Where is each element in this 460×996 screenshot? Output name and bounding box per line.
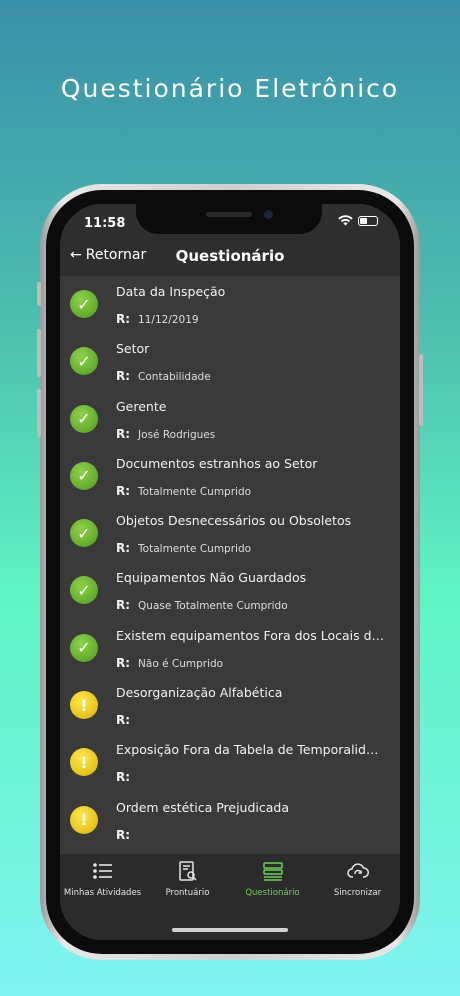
wifi-icon bbox=[338, 215, 353, 226]
question-text: Equipamentos Não Guardados bbox=[116, 570, 307, 586]
tab-sincronizar[interactable]: Sincronizar bbox=[318, 860, 398, 940]
answer-row: R: Totalmente Cumprido bbox=[116, 541, 400, 555]
list-item[interactable]: ✓ Equipamentos Não Guardados R: Quase Total… bbox=[60, 562, 400, 619]
answer-row: R: bbox=[116, 828, 400, 842]
question-text: Setor bbox=[116, 341, 150, 357]
status-time: 11:58 bbox=[84, 216, 126, 231]
answer-value: Contabilidade bbox=[138, 371, 211, 384]
camera bbox=[264, 210, 273, 219]
promo-title: Questionário Eletrônico bbox=[60, 74, 400, 103]
tab-label: Prontuário bbox=[165, 888, 210, 898]
answer-label: R: bbox=[116, 426, 131, 441]
answer-value: Quase Totalmente Cumprido bbox=[138, 600, 288, 613]
document-search-icon bbox=[177, 860, 199, 888]
questionnaire-icon bbox=[262, 860, 284, 888]
answer-value: Totalmente Cumprido bbox=[138, 485, 252, 498]
question-list[interactable]: ✓ Data da Inspeção R: 11/12/2019 ✓ Setor R: Con… bbox=[60, 276, 400, 869]
question-text: Objetos Desnecessários ou Obsoletos bbox=[116, 513, 352, 529]
answer-label: R: bbox=[116, 827, 131, 842]
list-item[interactable]: ! Desorganização Alfabética R: bbox=[60, 677, 400, 734]
volume-down-button bbox=[37, 389, 41, 437]
back-button[interactable]: ← Retornar bbox=[70, 247, 146, 263]
phone-frame: 11:58 ← Retornar Questionário ✓ Data da … bbox=[37, 184, 423, 960]
list-item[interactable]: ✓ Objetos Desnecessários ou Obsoletos R: To… bbox=[60, 505, 400, 562]
back-label: Retornar bbox=[85, 247, 147, 263]
answer-value: Não é Cumprido bbox=[138, 657, 224, 670]
answer-row: R: José Rodrigues bbox=[116, 427, 400, 441]
battery-icon bbox=[358, 215, 378, 226]
question-text: Exposição Fora da Tabela de Temporalidad… bbox=[116, 742, 386, 758]
list-item[interactable]: ✓ Gerente R: José Rodrigues bbox=[60, 391, 400, 448]
tab-bar: Minhas Atividades Prontuário Questionário S… bbox=[60, 854, 400, 940]
question-text: Ordem estética Prejudicada bbox=[116, 799, 290, 815]
cloud-sync-icon bbox=[346, 860, 369, 888]
answer-value: Totalmente Cumprido bbox=[138, 543, 252, 556]
list-item[interactable]: ! Exposição Fora da Tabela de Temporalida… bbox=[60, 734, 400, 791]
check-circle-icon: ✓ bbox=[70, 290, 98, 318]
check-circle-icon: ✓ bbox=[70, 519, 98, 548]
list-item[interactable]: ✓ Documentos estranhos ao Setor R: Totalmen… bbox=[60, 448, 400, 505]
check-circle-icon: ✓ bbox=[70, 461, 98, 490]
question-text: Documentos estranhos ao Setor bbox=[116, 455, 318, 471]
power-button bbox=[419, 354, 423, 426]
answer-row: R: 11/12/2019 bbox=[116, 312, 400, 326]
answer-label: R: bbox=[116, 770, 131, 785]
nav-bar: ← Retornar Questionário bbox=[60, 238, 400, 276]
question-text: Gerente bbox=[116, 398, 167, 414]
tab-minhas-atividades[interactable]: Minhas Atividades bbox=[63, 860, 143, 940]
mute-switch bbox=[37, 282, 41, 306]
answer-label: R: bbox=[116, 655, 131, 670]
list-icon bbox=[92, 860, 114, 888]
question-text: Existem equipamentos Fora dos Locais de … bbox=[116, 627, 386, 643]
answer-row: R: Totalmente Cumprido bbox=[116, 484, 400, 498]
answer-row: R: bbox=[116, 770, 400, 784]
home-indicator bbox=[172, 928, 288, 932]
app-screen: 11:58 ← Retornar Questionário ✓ Data da … bbox=[60, 204, 400, 940]
check-circle-icon: ✓ bbox=[70, 347, 98, 376]
answer-label: R: bbox=[116, 598, 131, 613]
check-circle-icon: ✓ bbox=[70, 633, 98, 662]
answer-row: R: Contabilidade bbox=[116, 369, 400, 383]
volume-up-button bbox=[37, 329, 41, 377]
notch bbox=[136, 204, 322, 234]
answer-value: José Rodrigues bbox=[138, 428, 216, 441]
answer-row: R: Quase Totalmente Cumprido bbox=[116, 598, 400, 612]
answer-label: R: bbox=[116, 713, 131, 728]
warning-circle-icon: ! bbox=[70, 805, 98, 834]
check-circle-icon: ✓ bbox=[70, 576, 98, 605]
answer-label: R: bbox=[116, 541, 131, 556]
warning-circle-icon: ! bbox=[70, 691, 98, 720]
answer-label: R: bbox=[116, 312, 131, 326]
list-item[interactable]: ! Ordem estética Prejudicada R: bbox=[60, 792, 400, 849]
list-item[interactable]: ✓ Setor R: Contabilidade bbox=[60, 333, 400, 390]
answer-row: R: Não é Cumprido bbox=[116, 656, 400, 670]
answer-row: R: bbox=[116, 713, 400, 727]
arrow-left-icon: ← bbox=[70, 247, 82, 263]
answer-label: R: bbox=[116, 369, 131, 384]
question-text: Data da Inspeção bbox=[116, 284, 226, 299]
tab-label: Sincronizar bbox=[333, 888, 382, 898]
tab-label: Questionário bbox=[245, 888, 300, 898]
check-circle-icon: ✓ bbox=[70, 404, 98, 433]
question-text: Desorganização Alfabética bbox=[116, 685, 283, 701]
answer-label: R: bbox=[116, 483, 131, 498]
tab-label: Minhas Atividades bbox=[63, 888, 142, 898]
warning-circle-icon: ! bbox=[70, 748, 98, 777]
speaker bbox=[206, 212, 252, 217]
list-item[interactable]: ✓ Data da Inspeção R: 11/12/2019 bbox=[60, 276, 400, 333]
answer-value: 11/12/2019 bbox=[138, 314, 199, 326]
list-item[interactable]: ✓ Existem equipamentos Fora dos Locais de… bbox=[60, 620, 400, 677]
